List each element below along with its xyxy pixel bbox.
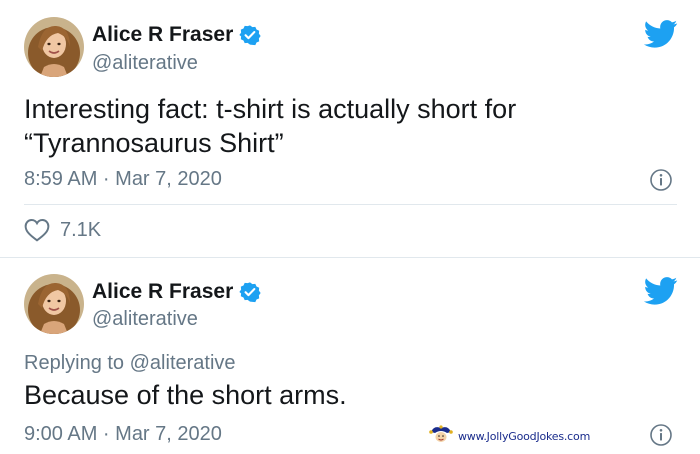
watermark-text: www.JollyGoodJokes.com (458, 430, 591, 443)
avatar[interactable] (24, 17, 84, 77)
tweet-card[interactable]: Alice R Fraser @aliterative Replying to … (0, 258, 700, 454)
handle[interactable]: @aliterative (92, 51, 198, 75)
twitter-bird-icon[interactable] (643, 20, 678, 48)
replying-to-handle[interactable]: @aliterative (130, 352, 236, 374)
tweet-text: Because of the short arms. (24, 380, 347, 410)
jester-logo-icon (428, 424, 454, 449)
author-name-row[interactable]: Alice R Fraser (92, 23, 261, 47)
tweet-timestamp[interactable]: 8:59 AM · Mar 7, 2020 (24, 167, 222, 191)
info-icon[interactable] (649, 423, 673, 447)
watermark: www.JollyGoodJokes.com (428, 424, 590, 449)
verified-badge-icon (239, 24, 261, 46)
tweet-timestamp[interactable]: 9:00 AM · Mar 7, 2020 (24, 422, 222, 446)
replying-to-label: Replying to (24, 352, 130, 374)
heart-icon[interactable] (24, 218, 50, 242)
divider (24, 204, 677, 205)
tweet-text: Interesting fact: t-shirt is actually sh… (24, 94, 517, 158)
info-icon[interactable] (649, 168, 673, 192)
avatar[interactable] (24, 274, 84, 334)
verified-badge-icon (239, 281, 261, 303)
twitter-bird-icon[interactable] (643, 277, 678, 305)
like-count: 7.1K (60, 219, 102, 241)
author-name-row[interactable]: Alice R Fraser (92, 280, 261, 304)
handle[interactable]: @aliterative (92, 307, 198, 331)
replying-to: Replying to @aliterative (24, 351, 236, 375)
display-name[interactable]: Alice R Fraser (92, 23, 233, 47)
display-name[interactable]: Alice R Fraser (92, 280, 233, 304)
tweet-card[interactable]: Alice R Fraser @aliterative Interesting … (0, 0, 700, 258)
like-button[interactable]: 7.1K (24, 218, 101, 242)
